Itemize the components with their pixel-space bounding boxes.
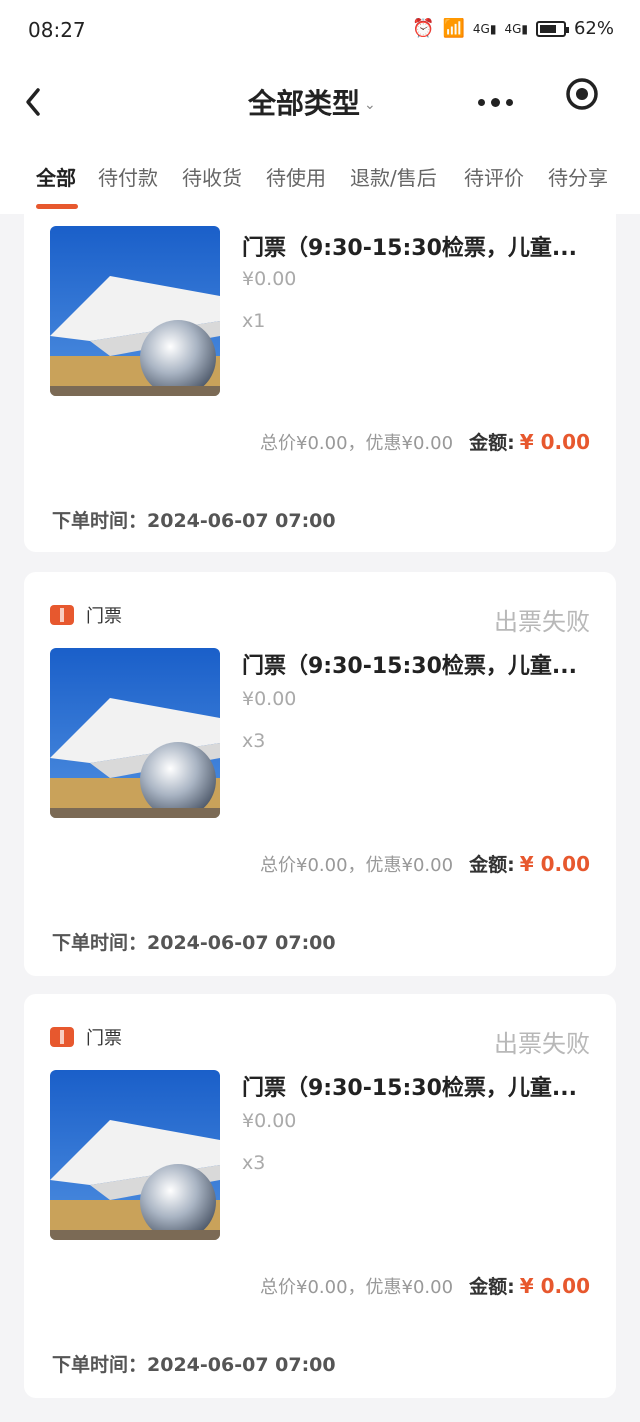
tab-pending-review[interactable]: 待评价 xyxy=(464,162,524,191)
order-summary: 总价¥0.00，优惠¥0.00 金额: ¥ 0.00 xyxy=(260,1272,590,1299)
close-miniprogram-button[interactable] xyxy=(564,76,600,112)
order-card[interactable]: 门票 出票失败 门票（9:30-15:30检票，儿童... ¥0.00 x3 总… xyxy=(24,572,616,976)
tab-pending-use[interactable]: 待使用 xyxy=(266,162,326,191)
product-image xyxy=(50,226,220,396)
back-arrow-icon xyxy=(26,88,40,116)
wifi-icon: 📶 xyxy=(442,18,465,39)
product-price: ¥0.00 xyxy=(242,688,297,710)
product-title: 门票（9:30-15:30检票，儿童... xyxy=(242,236,577,261)
amount-label: 金额: xyxy=(469,432,515,454)
battery-icon xyxy=(535,20,569,37)
status-icons: ⏰ 📶 4G▮ 4G▮ 62% xyxy=(412,18,614,39)
target-icon xyxy=(566,78,598,110)
back-button[interactable] xyxy=(18,82,54,122)
product-price: ¥0.00 xyxy=(242,1110,297,1132)
battery-level: 62% xyxy=(573,18,614,39)
tab-refund[interactable]: 退款/售后 xyxy=(350,162,437,191)
product-image xyxy=(50,1070,220,1240)
tab-pending-payment[interactable]: 待付款 xyxy=(98,162,158,191)
amount-group: 金额: ¥ 0.00 xyxy=(469,1272,590,1299)
nav-title: 全部类型 xyxy=(248,87,361,120)
shop-header: 门票 xyxy=(50,1024,122,1050)
nav-bar: 全部类型 ⌄ xyxy=(0,62,640,142)
product-title: 门票（9:30-15:30检票，儿童... xyxy=(242,654,577,679)
total-discount-note: 总价¥0.00，优惠¥0.00 xyxy=(260,855,454,876)
tab-pending-share[interactable]: 待分享 xyxy=(548,162,608,191)
ticket-icon xyxy=(50,605,74,625)
ticket-icon xyxy=(50,1027,74,1047)
chevron-down-icon: ⌄ xyxy=(364,97,376,113)
order-card[interactable]: 门票（9:30-15:30检票，儿童... ¥0.00 x1 总价¥0.00，优… xyxy=(24,214,616,552)
amount-label: 金额: xyxy=(469,1276,515,1298)
order-status: 出票失败 xyxy=(494,1030,590,1058)
signal-icon-2: 4G▮ xyxy=(504,21,528,36)
product-title: 门票（9:30-15:30检票，儿童... xyxy=(242,1076,577,1101)
order-time: 下单时间：2024-06-07 07:00 xyxy=(52,510,336,532)
shop-name: 门票 xyxy=(86,1028,122,1049)
total-discount-note: 总价¥0.00，优惠¥0.00 xyxy=(260,433,454,454)
amount-group: 金额: ¥ 0.00 xyxy=(469,850,590,877)
total-discount-note: 总价¥0.00，优惠¥0.00 xyxy=(260,1277,454,1298)
amount-label: 金额: xyxy=(469,854,515,876)
order-status: 出票失败 xyxy=(494,608,590,636)
amount-value: ¥ 0.00 xyxy=(519,430,590,454)
product-price: ¥0.00 xyxy=(242,268,297,290)
more-button[interactable] xyxy=(468,84,522,120)
product-quantity: x3 xyxy=(242,1152,266,1174)
shop-name: 门票 xyxy=(86,606,122,627)
type-dropdown[interactable]: 全部类型 ⌄ xyxy=(248,82,376,122)
order-summary: 总价¥0.00，优惠¥0.00 金额: ¥ 0.00 xyxy=(260,428,590,455)
product-quantity: x1 xyxy=(242,310,266,332)
order-time: 下单时间：2024-06-07 07:00 xyxy=(52,1354,336,1376)
amount-value: ¥ 0.00 xyxy=(519,1274,590,1298)
status-bar: 08:27 ⏰ 📶 4G▮ 4G▮ 62% xyxy=(0,0,640,62)
amount-group: 金额: ¥ 0.00 xyxy=(469,428,590,455)
product-quantity: x3 xyxy=(242,730,266,752)
order-tabs: 全部 待付款 待收货 待使用 退款/售后 待评价 待分享 xyxy=(0,142,640,214)
status-time: 08:27 xyxy=(28,18,86,42)
alarm-icon: ⏰ xyxy=(412,18,435,39)
active-tab-indicator xyxy=(36,204,78,209)
dot-icon xyxy=(477,98,485,106)
order-card[interactable]: 门票 出票失败 门票（9:30-15:30检票，儿童... ¥0.00 x3 总… xyxy=(24,994,616,1398)
signal-icon-1: 4G▮ xyxy=(472,21,497,36)
tab-all[interactable]: 全部 xyxy=(36,162,76,191)
shop-header: 门票 xyxy=(50,602,122,628)
dot-icon xyxy=(490,97,500,107)
order-time: 下单时间：2024-06-07 07:00 xyxy=(52,932,336,954)
tab-pending-receipt[interactable]: 待收货 xyxy=(182,162,242,191)
product-image xyxy=(50,648,220,818)
amount-value: ¥ 0.00 xyxy=(519,852,590,876)
dot-icon xyxy=(505,98,513,106)
order-summary: 总价¥0.00，优惠¥0.00 金额: ¥ 0.00 xyxy=(260,850,590,877)
